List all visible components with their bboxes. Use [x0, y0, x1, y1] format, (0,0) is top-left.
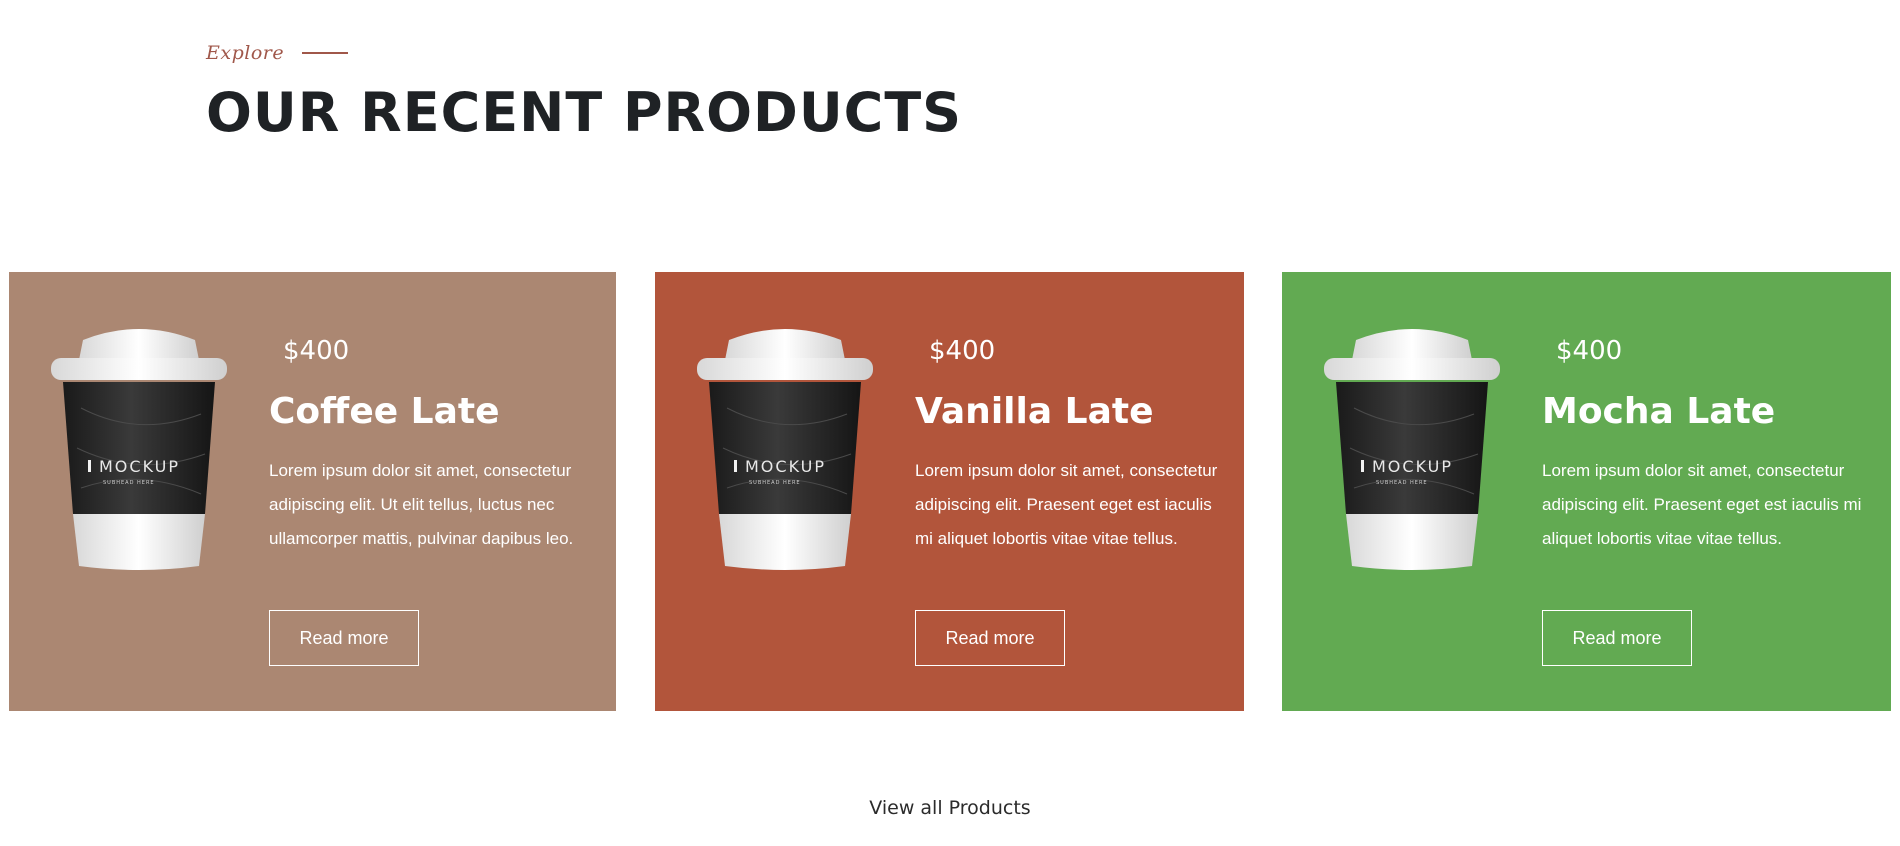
view-all-container: View all Products [0, 797, 1900, 819]
product-description: Lorem ipsum dolor sit amet, consectetur … [915, 460, 1218, 548]
cup-brand-text: MOCKUP [99, 457, 180, 476]
product-card-coffee-late: MOCKUP SUBHEAD HERE $400 Coffee Late Lor… [9, 272, 616, 711]
product-name: Coffee Late [269, 391, 500, 432]
product-card-mocha-late: MOCKUP SUBHEAD HERE $400 Mocha Late Lore… [1282, 272, 1891, 711]
eyebrow-text: Explore [206, 42, 285, 64]
card-content: $400 Coffee Late Lorem ipsum dolor sit a… [269, 338, 596, 556]
eyebrow-divider [302, 52, 349, 54]
read-more-button[interactable]: Read more [915, 610, 1065, 666]
read-more-button[interactable]: Read more [269, 610, 419, 666]
card-content: $400 Vanilla Late Lorem ipsum dolor sit … [915, 338, 1224, 556]
coffee-cup-image: MOCKUP SUBHEAD HERE [687, 318, 883, 586]
cup-subhead-text: SUBHEAD HERE [1376, 480, 1428, 486]
cup-subhead-text: SUBHEAD HERE [749, 480, 801, 486]
product-price: $400 [1556, 336, 1623, 366]
product-price: $400 [929, 336, 996, 366]
card-content: $400 Mocha Late Lorem ipsum dolor sit am… [1542, 338, 1871, 556]
product-description: Lorem ipsum dolor sit amet, consectetur … [1542, 460, 1862, 548]
product-name: Vanilla Late [915, 391, 1154, 432]
read-more-button[interactable]: Read more [1542, 610, 1692, 666]
cup-brand-text: MOCKUP [745, 457, 826, 476]
coffee-cup-image: MOCKUP SUBHEAD HERE [41, 318, 237, 586]
cup-brand-text: MOCKUP [1372, 457, 1453, 476]
eyebrow: Explore [206, 38, 962, 68]
view-all-products-link[interactable]: View all Products [869, 797, 1030, 819]
product-card-vanilla-late: MOCKUP SUBHEAD HERE $400 Vanilla Late Lo… [655, 272, 1244, 711]
coffee-cup-image: MOCKUP SUBHEAD HERE [1314, 318, 1510, 586]
section-header: Explore OUR RECENT PRODUCTS [206, 38, 962, 140]
cup-subhead-text: SUBHEAD HERE [103, 480, 155, 486]
product-name: Mocha Late [1542, 391, 1776, 432]
product-price: $400 [283, 336, 350, 366]
product-description: Lorem ipsum dolor sit amet, consectetur … [269, 460, 574, 548]
page-title: OUR RECENT PRODUCTS [206, 81, 963, 144]
